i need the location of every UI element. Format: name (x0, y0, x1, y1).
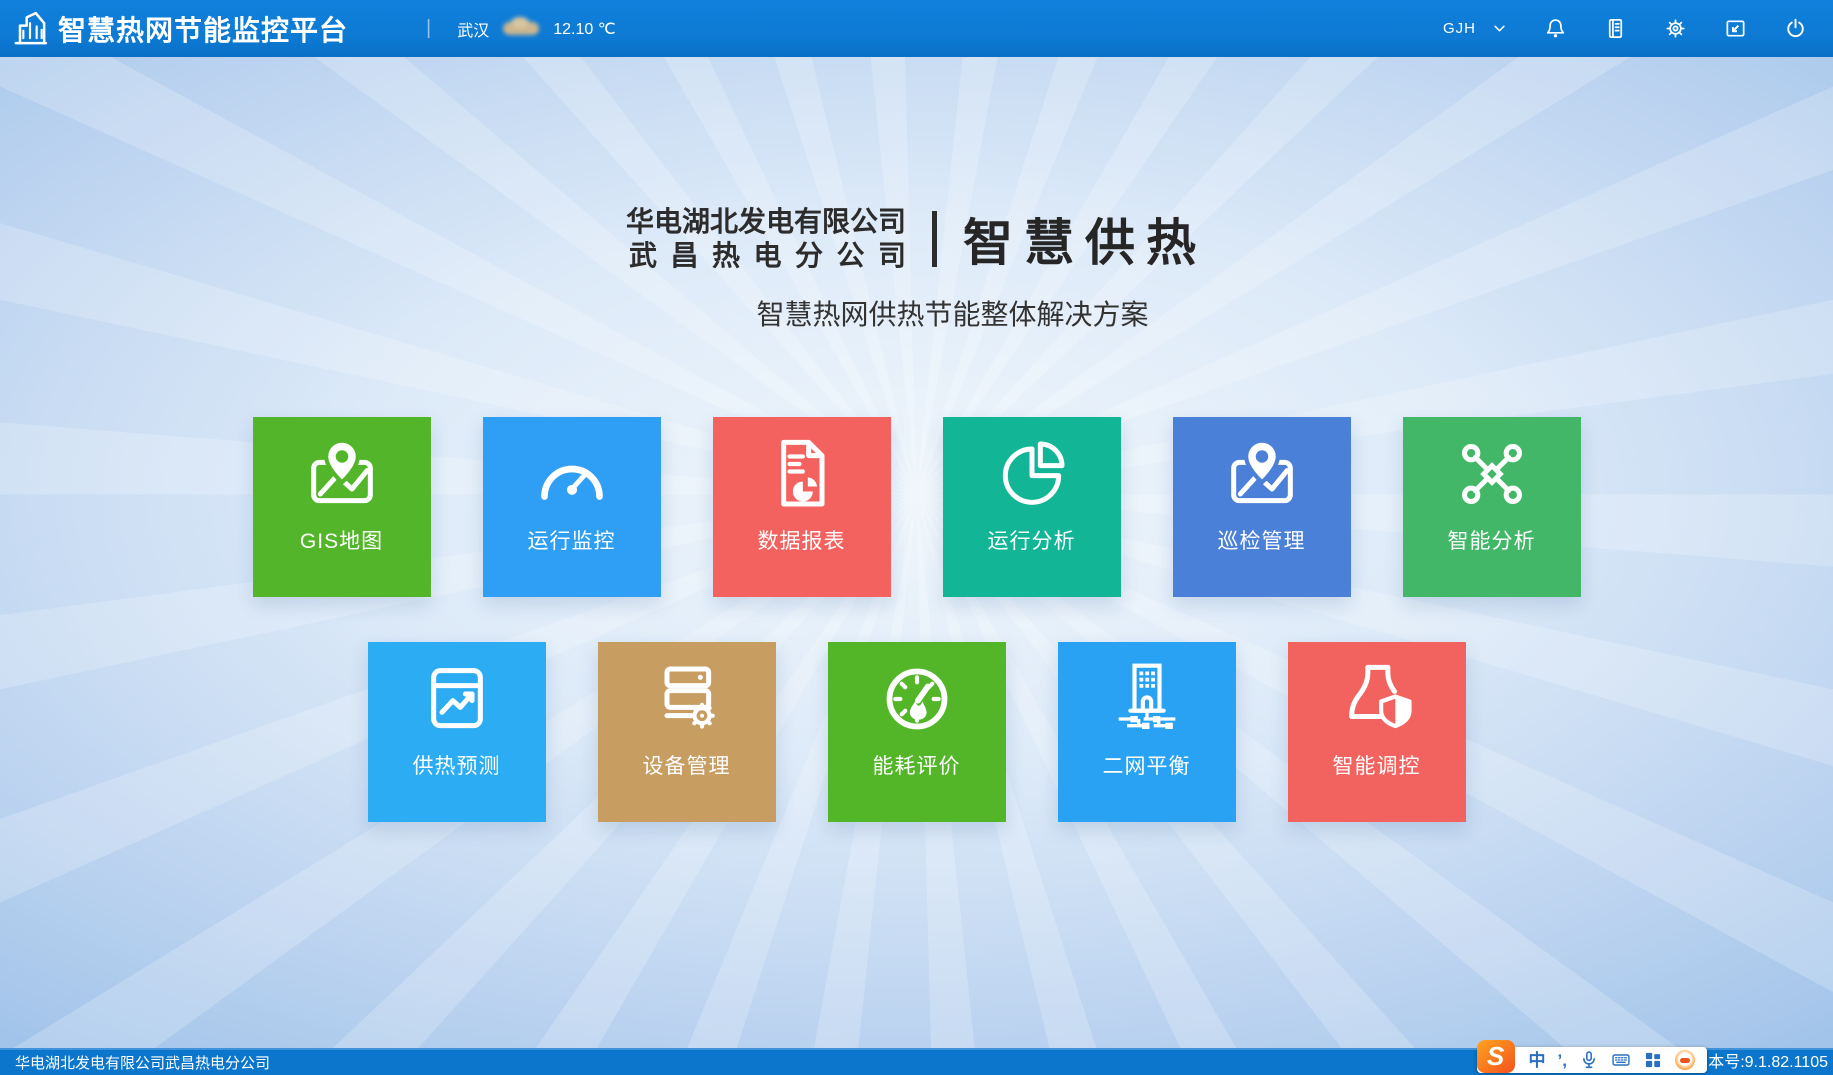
app-title: 智慧热网节能监控平台 (58, 9, 348, 49)
tile-pie-chart-3[interactable]: 运行分析 (943, 417, 1121, 597)
tile-label: 供热预测 (413, 750, 501, 780)
gear-icon[interactable] (1664, 17, 1687, 40)
report-list-icon[interactable] (1604, 17, 1627, 40)
app-logo-icon (10, 9, 50, 49)
toolbox-grid-icon[interactable] (1643, 1050, 1663, 1070)
hero-divider (932, 211, 937, 267)
company-name: 华电湖北发电有限公司 武昌热电分公司 (626, 205, 906, 273)
ime-punctuation[interactable]: ’, (1558, 1052, 1567, 1069)
tile-label: 运行监控 (528, 525, 616, 555)
user-menu[interactable]: GJH (1443, 20, 1507, 37)
exit-fullscreen-icon[interactable] (1724, 17, 1747, 40)
hero-section: 华电湖北发电有限公司 武昌热电分公司 智慧供热 智慧热网供热节能整体解决方案 (0, 203, 1833, 333)
tile-map-pin-4[interactable]: 巡检管理 (1173, 417, 1351, 597)
tile-label: 数据报表 (758, 525, 846, 555)
tile-label: 能耗评价 (873, 750, 961, 780)
tile-label: 二网平衡 (1103, 750, 1191, 780)
emoji-face-icon[interactable] (1675, 1050, 1695, 1070)
tower-shield-icon (1337, 659, 1417, 739)
tile-server-gear-1[interactable]: 设备管理 (598, 642, 776, 822)
tile-gauge-1[interactable]: 运行监控 (483, 417, 661, 597)
sogou-logo-icon[interactable]: S (1477, 1040, 1515, 1073)
company-line1: 华电湖北发电有限公司 (626, 206, 906, 237)
tile-building-network-3[interactable]: 二网平衡 (1058, 642, 1236, 822)
weather-temperature: 12.10 ℃ (553, 19, 615, 39)
brand-title: 智慧供热 (963, 203, 1207, 275)
building-network-icon (1107, 659, 1187, 739)
tile-tower-shield-4[interactable]: 智能调控 (1288, 642, 1466, 822)
server-gear-icon (647, 659, 727, 739)
user-name: GJH (1443, 20, 1476, 37)
top-bar: 智慧热网节能监控平台 | 武汉 12.10 ℃ GJH (0, 0, 1833, 57)
tile-label: GIS地图 (300, 525, 383, 555)
module-tiles: GIS地图 运行监控 数据报表 运行分析 巡检管理 智能分析 (0, 417, 1833, 822)
network-icon (1452, 434, 1532, 514)
tile-forecast-chart-0[interactable]: 供热预测 (368, 642, 546, 822)
keyboard-icon[interactable] (1611, 1050, 1631, 1070)
topbar-actions: GJH (1443, 17, 1833, 40)
tile-row-1: GIS地图 运行监控 数据报表 运行分析 巡检管理 智能分析 (0, 417, 1833, 597)
tile-energy-gauge-2[interactable]: 能耗评价 (828, 642, 1006, 822)
weather-city: 武汉 (457, 17, 489, 41)
tile-report-pie-2[interactable]: 数据报表 (713, 417, 891, 597)
tile-label: 巡检管理 (1218, 525, 1306, 555)
app-screen: 智慧热网节能监控平台 | 武汉 12.10 ℃ GJH (0, 0, 1833, 1075)
report-pie-icon (762, 434, 842, 514)
forecast-chart-icon (417, 659, 497, 739)
microphone-icon[interactable] (1579, 1050, 1599, 1070)
map-pin-icon (302, 434, 382, 514)
topbar-separator: | (426, 17, 431, 40)
tile-label: 智能调控 (1333, 750, 1421, 780)
tile-label: 设备管理 (643, 750, 731, 780)
tile-label: 智能分析 (1448, 525, 1536, 555)
ime-mode-chinese[interactable]: 中 (1529, 1052, 1546, 1069)
ime-toolbar: S 中 ’, (1477, 1047, 1707, 1073)
version-text: 本号:9.1.82.1105 (1708, 1048, 1828, 1072)
statusbar-company: 华电湖北发电有限公司武昌热电分公司 (15, 1052, 270, 1073)
pie-chart-icon (992, 434, 1072, 514)
gauge-icon (532, 434, 612, 514)
tile-row-2: 供热预测 设备管理 能耗评价 二网平衡 (0, 642, 1833, 822)
chevron-down-icon (1492, 21, 1507, 36)
bell-icon[interactable] (1544, 17, 1567, 40)
tile-network-5[interactable]: 智能分析 (1403, 417, 1581, 597)
weather-cloud-icon (503, 22, 539, 35)
power-icon[interactable] (1784, 17, 1807, 40)
tile-label: 运行分析 (988, 525, 1076, 555)
company-line2: 武昌热电分公司 (626, 239, 920, 273)
energy-gauge-icon (877, 659, 957, 739)
map-pin-icon (1222, 434, 1302, 514)
hero-subtitle: 智慧热网供热节能整体解决方案 (756, 293, 1148, 333)
tile-map-pin-0[interactable]: GIS地图 (253, 417, 431, 597)
